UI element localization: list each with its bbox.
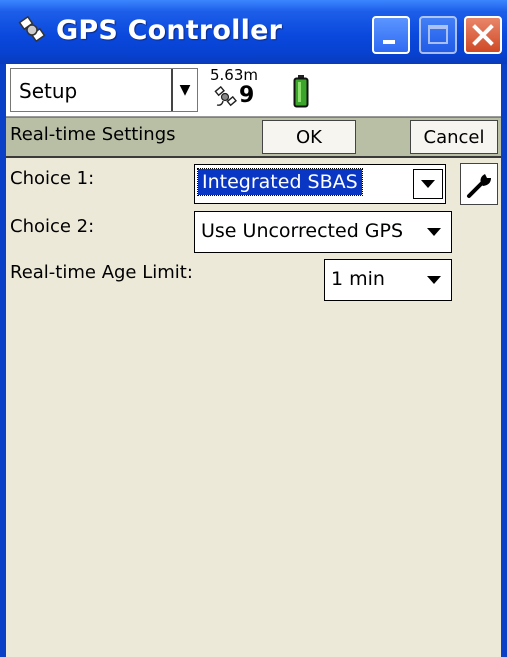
age-limit-value: 1 min	[331, 268, 385, 290]
choice2-value: Use Uncorrected GPS	[201, 220, 404, 242]
dropdown-arrow-icon[interactable]: ▼	[171, 69, 197, 111]
maximize-button[interactable]	[419, 16, 457, 54]
choice2-label: Choice 2:	[10, 216, 95, 237]
chevron-down-icon[interactable]	[427, 228, 441, 236]
title-bar[interactable]: GPS Controller	[0, 0, 507, 64]
app-window: GPS Controller Setup ▼ 5.63m 9 Real-time…	[0, 0, 507, 657]
minimize-button[interactable]	[372, 16, 410, 54]
panel-title: Real-time Settings	[10, 124, 176, 145]
maximize-icon	[428, 25, 448, 44]
age-limit-select[interactable]: 1 min	[324, 259, 452, 301]
close-button[interactable]	[464, 16, 502, 54]
satellite-icon	[214, 86, 237, 107]
settings-header: Real-time Settings OK Cancel	[6, 117, 501, 158]
window-title: GPS Controller	[56, 15, 283, 46]
setup-menu-label: Setup	[19, 79, 78, 103]
chevron-down-icon[interactable]	[413, 169, 443, 199]
status-bar: Setup ▼ 5.63m 9	[6, 64, 501, 117]
close-icon	[472, 24, 494, 46]
choice2-select[interactable]: Use Uncorrected GPS	[194, 211, 452, 253]
client-area: Setup ▼ 5.63m 9 Real-time Settings OK Ca…	[6, 64, 501, 657]
battery-icon	[293, 75, 309, 108]
cancel-button[interactable]: Cancel	[410, 120, 498, 154]
choice1-label: Choice 1:	[10, 168, 95, 189]
age-limit-label: Real-time Age Limit:	[10, 262, 193, 283]
choice1-select[interactable]: Integrated SBAS	[194, 164, 446, 204]
minimize-icon	[383, 40, 395, 44]
satellite-count: 9	[239, 83, 255, 108]
gps-precision-readout: 5.63m	[210, 66, 259, 84]
choice1-options-button[interactable]	[460, 163, 498, 205]
ok-button[interactable]: OK	[262, 120, 356, 154]
choice1-value: Integrated SBAS	[197, 168, 363, 196]
setup-menu-dropdown[interactable]: Setup ▼	[10, 68, 198, 112]
wrench-icon	[467, 174, 491, 198]
satellite-app-icon	[18, 16, 46, 43]
chevron-down-icon[interactable]	[427, 276, 441, 284]
